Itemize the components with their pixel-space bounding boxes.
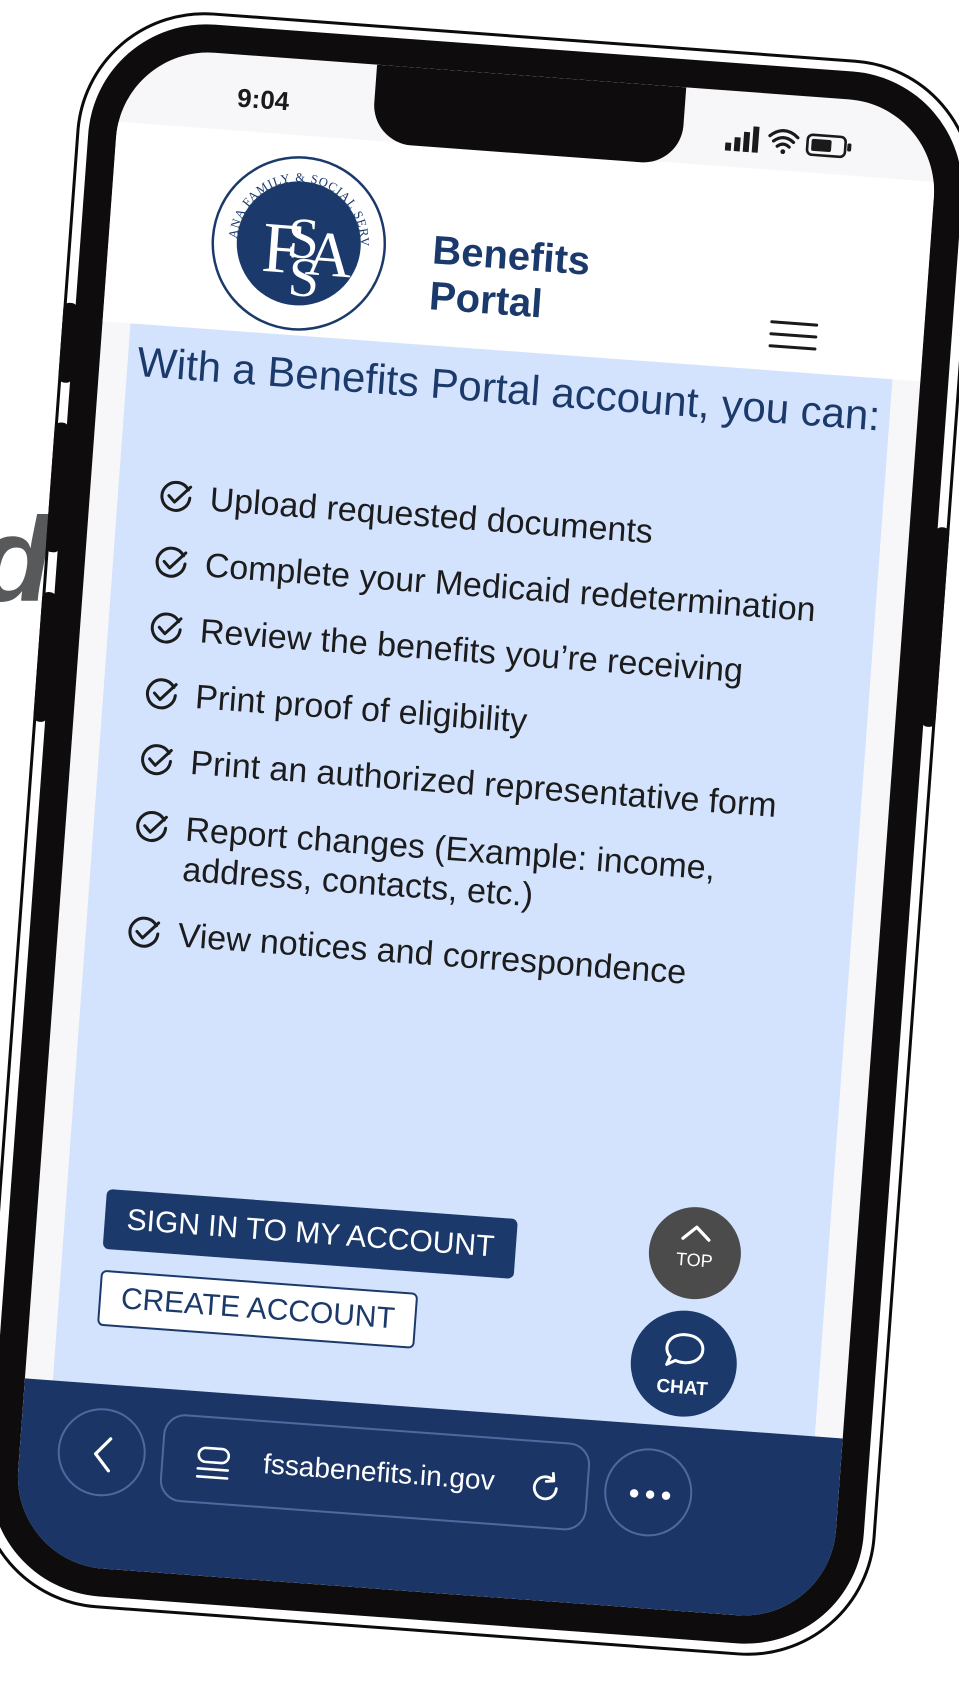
battery-icon: [805, 133, 852, 159]
reload-icon[interactable]: [527, 1470, 563, 1506]
phone-screen: 9:04 INDIANA FAMILY & SOCIAL SERVICES AD…: [11, 46, 941, 1622]
chat-label: CHAT: [655, 1375, 709, 1401]
hamburger-menu-icon[interactable]: [768, 320, 819, 359]
list-item-label: Complete your Medicaid redetermination: [203, 546, 817, 630]
create-account-button[interactable]: CREATE ACCOUNT: [96, 1269, 419, 1349]
list-item: Report changes (Example: income, address…: [129, 806, 833, 937]
fssa-logo[interactable]: INDIANA FAMILY & SOCIAL SERVICES ADMINIS…: [205, 149, 393, 337]
brand-title[interactable]: Benefits Portal: [428, 227, 654, 335]
list-item-label: Print proof of eligibility: [193, 678, 529, 741]
benefit-list: Upload requested documents Complete your…: [123, 476, 858, 1029]
back-to-top-button[interactable]: TOP: [645, 1203, 745, 1303]
check-circle-icon: [155, 546, 188, 578]
phone-mockup: 9:04 INDIANA FAMILY & SOCIAL SERVICES AD…: [0, 3, 959, 1665]
status-icons: [724, 126, 852, 159]
chevron-left-icon: [93, 1437, 113, 1473]
check-circle-icon: [128, 916, 161, 948]
back-to-top-label: TOP: [675, 1248, 714, 1272]
check-circle-icon: [145, 678, 178, 710]
page-stage: d. 9:04: [0, 0, 959, 1685]
list-item-label: Print an authorized representative form: [189, 744, 778, 826]
page-menu-icon: [195, 1446, 231, 1480]
check-circle-icon: [160, 480, 193, 512]
address-bar[interactable]: fssabenefits.in.gov: [158, 1412, 592, 1532]
check-circle-icon: [136, 810, 168, 842]
status-time: 9:04: [236, 82, 291, 117]
signal-icon: [724, 126, 760, 153]
list-item-label: Review the benefits you’re receiving: [198, 612, 745, 691]
list-item-label: View notices and correspondence: [176, 916, 688, 992]
browser-more-button[interactable]: [601, 1445, 696, 1540]
browser-back-button[interactable]: [54, 1405, 149, 1500]
more-dots-icon: [629, 1489, 671, 1500]
address-bar-url: fssabenefits.in.gov: [262, 1448, 496, 1497]
chevron-up-icon: [681, 1225, 711, 1242]
logo-letter-a: A: [304, 217, 355, 291]
list-item-label: Upload requested documents: [208, 480, 655, 552]
list-item-label: Report changes (Example: income, address…: [181, 810, 717, 914]
sign-in-button[interactable]: SIGN IN TO MY ACCOUNT: [102, 1188, 519, 1279]
wifi-icon: [768, 129, 800, 155]
check-circle-icon: [141, 744, 173, 776]
chat-bubble-icon: [665, 1333, 705, 1366]
check-circle-icon: [150, 612, 183, 644]
benefits-panel: With a Benefits Portal account, you can:…: [52, 323, 893, 1437]
chat-button[interactable]: CHAT: [627, 1306, 741, 1421]
